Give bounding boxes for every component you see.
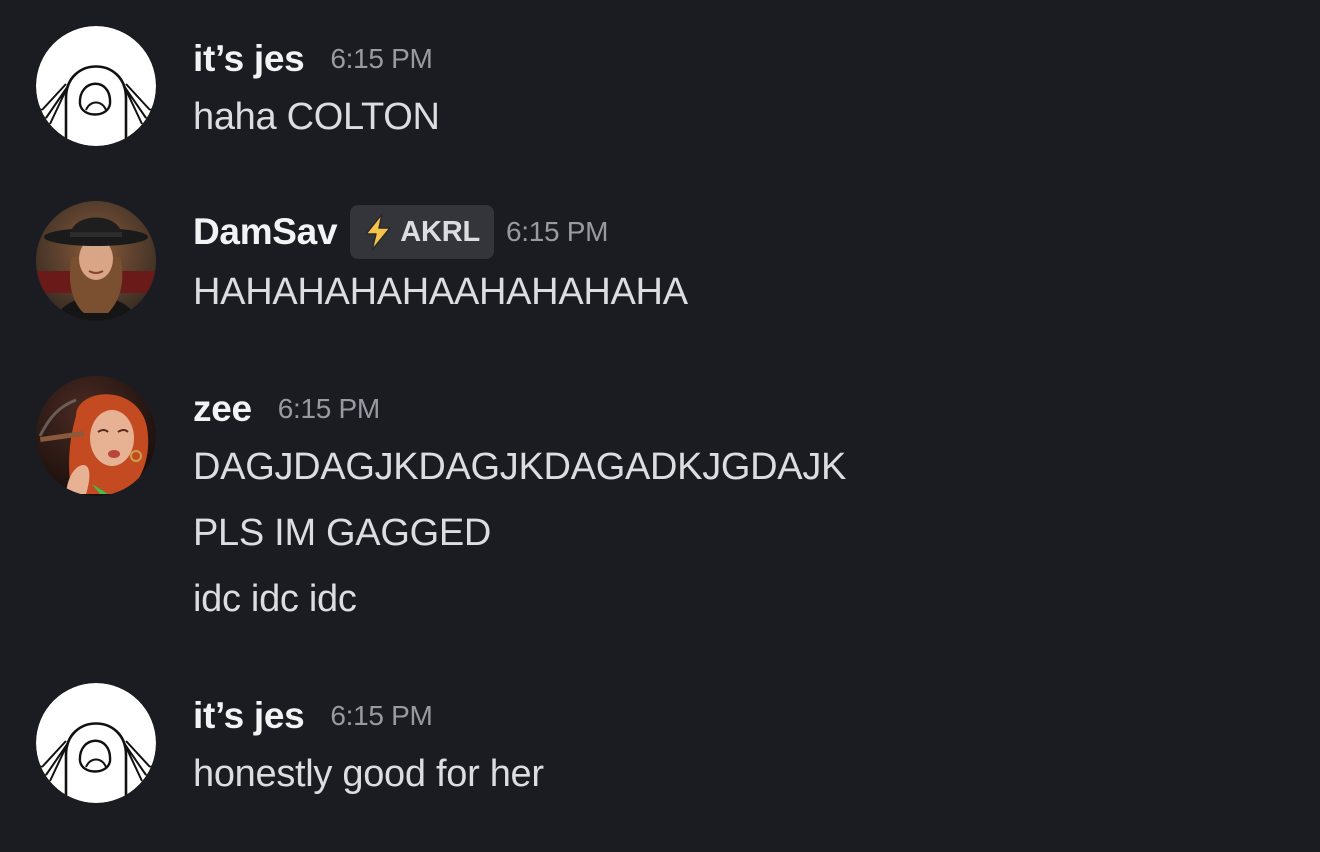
- message-header: zee 6:15 PM: [193, 383, 380, 435]
- role-tag[interactable]: AKRL: [350, 205, 494, 259]
- woman-smoking-avatar: [36, 376, 156, 496]
- message-text: haha COLTON: [193, 96, 440, 138]
- username[interactable]: DamSav: [193, 211, 338, 253]
- user-avatar[interactable]: [36, 376, 156, 496]
- timestamp[interactable]: 6:15 PM: [506, 216, 608, 248]
- username[interactable]: zee: [193, 388, 252, 430]
- timestamp[interactable]: 6:15 PM: [278, 393, 380, 425]
- user-avatar[interactable]: [36, 201, 156, 321]
- timestamp[interactable]: 6:15 PM: [330, 700, 432, 732]
- message-text: DAGJDAGJKDAGJKDAGADKJGDAJK: [193, 446, 847, 488]
- woman-in-hat-avatar: [36, 201, 156, 321]
- user-avatar[interactable]: [36, 26, 156, 146]
- username[interactable]: it’s jes: [193, 695, 305, 737]
- message-text: HAHAHAHAHAAHAHAHAHA: [193, 271, 688, 313]
- ghost-doodle-avatar: [36, 26, 156, 146]
- role-tag-label: AKRL: [400, 215, 480, 248]
- lightning-bolt-icon: [365, 213, 391, 251]
- message-header: it’s jes 6:15 PM: [193, 690, 433, 742]
- user-avatar[interactable]: [36, 683, 156, 803]
- message-header: it’s jes 6:15 PM: [193, 33, 433, 85]
- message-text: idc idc idc: [193, 578, 357, 620]
- message-header: DamSav AKRL 6:15 PM: [193, 205, 608, 259]
- username[interactable]: it’s jes: [193, 38, 305, 80]
- ghost-doodle-avatar: [36, 683, 156, 803]
- timestamp[interactable]: 6:15 PM: [330, 43, 432, 75]
- message-text: honestly good for her: [193, 753, 544, 795]
- message-text: PLS IM GAGGED: [193, 512, 492, 554]
